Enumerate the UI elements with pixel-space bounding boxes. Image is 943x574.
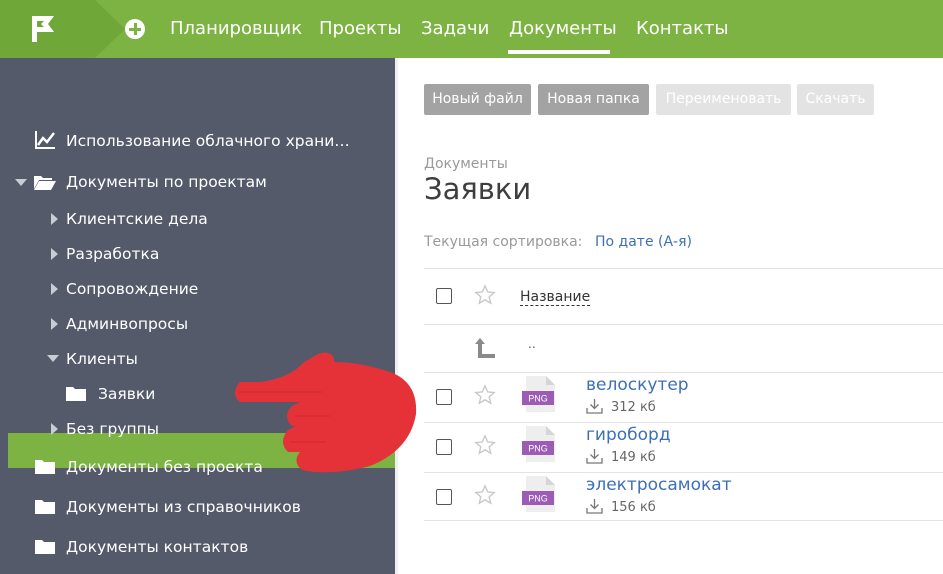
star-icon[interactable]	[474, 434, 496, 456]
table-divider	[424, 520, 943, 521]
page-title: Заявки	[424, 172, 532, 206]
sidebar-item-client-cases[interactable]: Клиентские дела	[0, 205, 395, 233]
up-level-icon[interactable]	[474, 338, 496, 360]
table-divider	[424, 472, 943, 473]
nav-projects[interactable]: Проекты	[319, 17, 402, 41]
caret-right-icon	[51, 213, 58, 225]
table-divider	[424, 324, 943, 325]
add-plus-icon[interactable]	[125, 19, 145, 39]
sidebar-item-docs-contacts[interactable]: Документы контактов	[0, 533, 395, 561]
caret-right-icon	[51, 318, 58, 330]
new-folder-button[interactable]: Новая папка	[538, 84, 649, 115]
svg-text:PNG: PNG	[528, 494, 548, 504]
caret-right-icon	[51, 283, 58, 295]
folder-open-icon	[34, 176, 56, 190]
star-icon[interactable]	[474, 484, 496, 506]
row-checkbox[interactable]	[436, 389, 452, 405]
top-navigation-bar: Планировщик Проекты Задачи Документы Кон…	[0, 0, 943, 58]
folder-icon	[66, 387, 86, 401]
nav-contacts[interactable]: Контакты	[636, 17, 729, 41]
logo-block[interactable]	[0, 0, 95, 58]
star-icon[interactable]	[474, 284, 496, 306]
sidebar-item-support[interactable]: Сопровождение	[0, 275, 395, 303]
download-icon[interactable]	[586, 499, 603, 514]
sort-label: Текущая сортировка:	[424, 234, 583, 250]
caret-down-icon	[15, 179, 27, 186]
sidebar-item-label: Документы контактов	[66, 538, 249, 556]
folder-icon	[35, 500, 55, 514]
logo-arrow	[95, 0, 125, 58]
row-checkbox[interactable]	[436, 439, 452, 455]
column-header-name[interactable]: Название	[520, 289, 591, 306]
sidebar-item-label: Без группы	[66, 420, 159, 438]
file-name-link[interactable]: электросамокат	[586, 475, 732, 495]
sidebar: Использование облачного храни… Документы…	[0, 58, 395, 574]
nav-tasks[interactable]: Задачи	[421, 17, 489, 41]
star-icon[interactable]	[474, 384, 496, 406]
folder-icon	[35, 540, 55, 554]
caret-right-icon	[51, 248, 58, 260]
table-divider	[424, 268, 943, 269]
sidebar-item-development[interactable]: Разработка	[0, 240, 395, 268]
file-size: 149 кб	[611, 450, 656, 465]
breadcrumb[interactable]: Документы	[424, 156, 508, 172]
sort-value-link[interactable]: По дате (А-я)	[595, 234, 692, 250]
nav-planner[interactable]: Планировщик	[170, 17, 302, 41]
sidebar-item-label: Сопровождение	[66, 280, 199, 298]
nav-active-indicator	[508, 50, 610, 54]
new-file-button[interactable]: Новый файл	[424, 84, 531, 115]
sidebar-item-label: Админвопросы	[66, 315, 189, 333]
table-divider	[424, 372, 943, 373]
file-name-link[interactable]: гироборд	[586, 425, 671, 445]
parent-directory-link[interactable]: ..	[528, 337, 536, 351]
folder-icon	[35, 460, 55, 474]
download-icon[interactable]	[586, 399, 603, 414]
download-icon[interactable]	[586, 449, 603, 464]
rename-button[interactable]: Переименовать	[656, 84, 791, 115]
png-file-icon: PNG	[522, 476, 555, 512]
select-all-checkbox[interactable]	[436, 288, 452, 304]
svg-text:PNG: PNG	[528, 444, 548, 454]
flag-logo-icon	[32, 16, 54, 42]
nav-documents[interactable]: Документы	[509, 17, 617, 41]
file-size: 156 кб	[611, 500, 656, 515]
sidebar-item-label: Заявки	[98, 385, 156, 403]
chart-icon	[35, 131, 55, 149]
row-checkbox[interactable]	[436, 489, 452, 505]
file-size: 312 кб	[611, 400, 656, 415]
sidebar-item-label: Использование облачного храни…	[66, 132, 350, 150]
content-separator	[395, 58, 398, 574]
sidebar-item-label: Клиентские дела	[66, 210, 208, 228]
sidebar-item-label: Документы по проектам	[66, 173, 267, 191]
sidebar-item-admin[interactable]: Админвопросы	[0, 310, 395, 338]
png-file-icon: PNG	[522, 376, 555, 412]
sidebar-item-label: Разработка	[66, 245, 160, 263]
pointing-hand-icon	[235, 352, 417, 473]
download-button[interactable]: Скачать	[797, 84, 874, 115]
caret-down-icon	[47, 355, 59, 362]
sidebar-item-label: Клиенты	[66, 350, 138, 368]
file-name-link[interactable]: велоскутер	[586, 375, 689, 395]
table-divider	[424, 422, 943, 423]
sidebar-item-docs-reference[interactable]: Документы из справочников	[0, 493, 395, 521]
sidebar-item-project-docs[interactable]: Документы по проектам	[0, 168, 395, 196]
caret-right-icon	[51, 423, 58, 435]
sidebar-item-label: Документы из справочников	[66, 498, 301, 516]
png-file-icon: PNG	[522, 426, 555, 462]
svg-text:PNG: PNG	[528, 394, 548, 404]
sidebar-item-cloud-usage[interactable]: Использование облачного храни…	[0, 127, 395, 155]
